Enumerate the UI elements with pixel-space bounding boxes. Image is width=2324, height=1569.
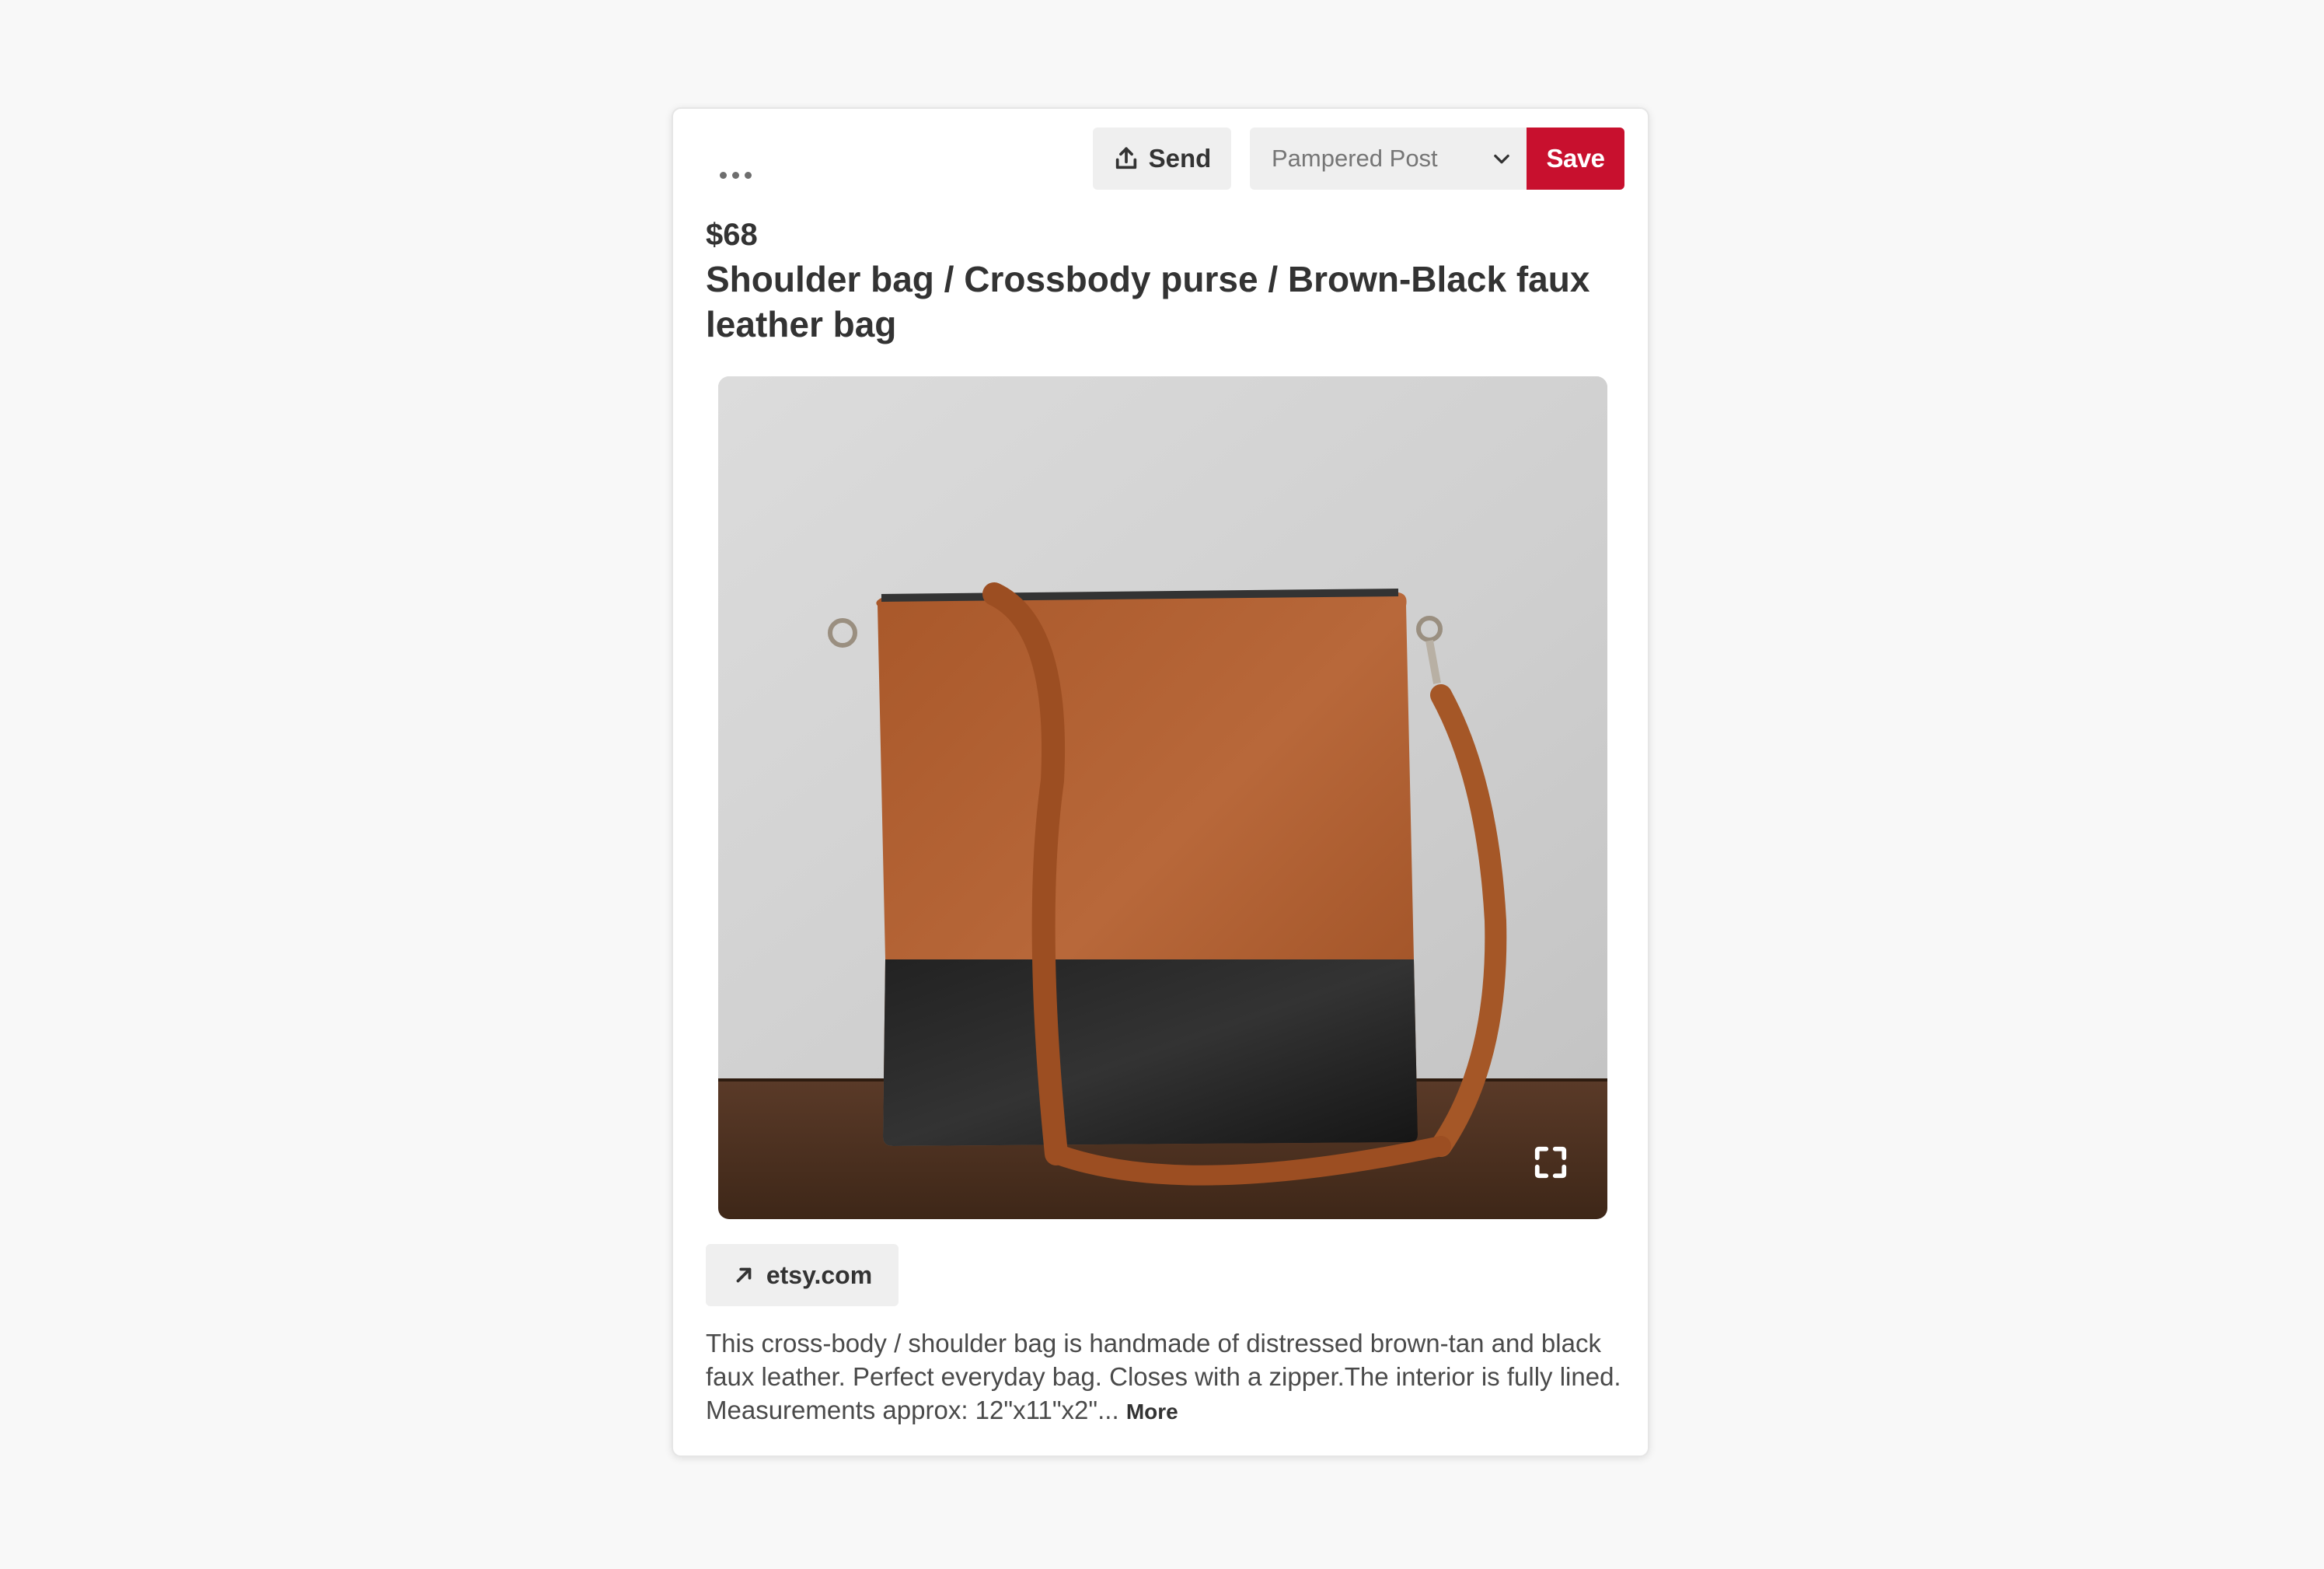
ellipsis-icon[interactable] [712, 156, 759, 194]
source-link[interactable]: etsy.com [706, 1244, 899, 1306]
board-select[interactable]: Pampered Post [1250, 128, 1527, 190]
board-select-value: Pampered Post [1272, 145, 1438, 172]
arrow-up-right-icon [736, 1267, 752, 1283]
send-button[interactable]: Send [1093, 128, 1231, 190]
pin-title: Shoulder bag / Crossbody purse / Brown-B… [706, 259, 1590, 344]
price: $68 [706, 218, 758, 252]
pin-description: This cross-body / shoulder bag is handma… [706, 1326, 1631, 1428]
chevron-down-icon [1494, 154, 1509, 164]
source-label: etsy.com [766, 1260, 873, 1289]
more-link[interactable]: More [1126, 1400, 1178, 1424]
pin-card: Send Pampered Post Save $68 Shoulder bag… [672, 107, 1649, 1457]
share-upload-icon [1115, 147, 1136, 169]
product-image[interactable] [718, 376, 1607, 1219]
save-label: Save [1546, 144, 1605, 173]
expand-icon[interactable] [1533, 1144, 1569, 1180]
send-label: Send [1148, 144, 1212, 173]
save-button[interactable]: Save [1527, 128, 1624, 190]
